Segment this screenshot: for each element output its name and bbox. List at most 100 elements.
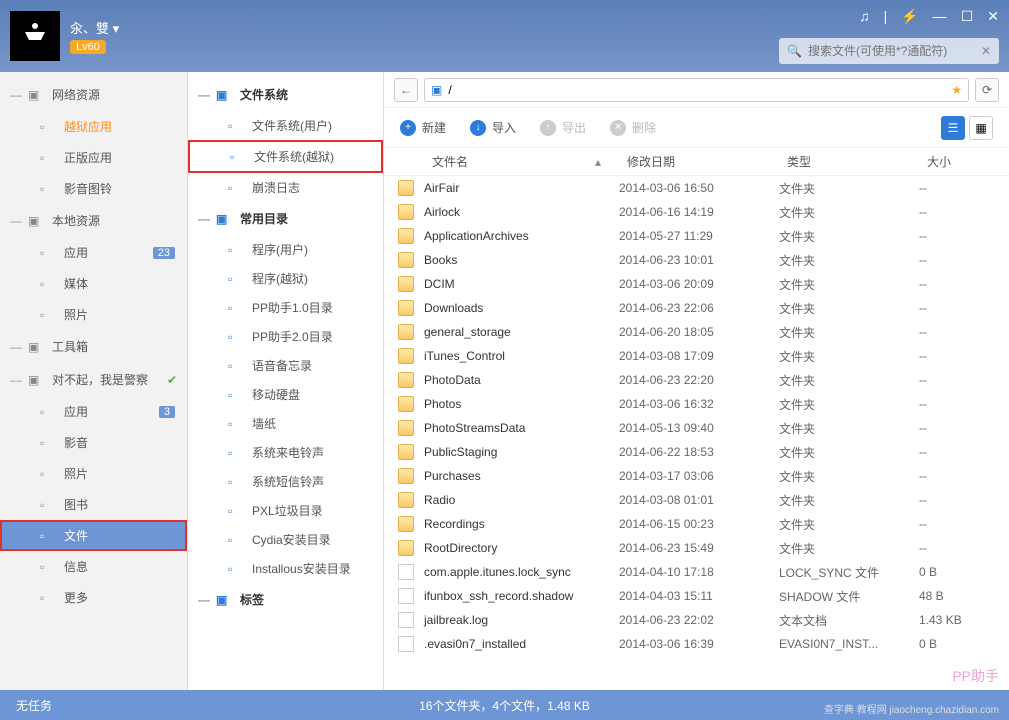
import-button[interactable]: ↓ 导入: [470, 119, 516, 136]
refresh-button[interactable]: ⟳: [975, 78, 999, 102]
item-label: Installous安装目录: [252, 560, 351, 577]
sidebar-item[interactable]: ▫影音图铃: [0, 173, 187, 204]
sidebar-item[interactable]: ▫影音: [0, 427, 187, 458]
file-row[interactable]: DCIM 2014-03-06 20:09 文件夹 --: [384, 272, 1009, 296]
item-icon: ▫: [228, 562, 244, 576]
col-name[interactable]: 文件名 ▴: [398, 153, 619, 170]
file-type: 文件夹: [779, 516, 919, 533]
sidebar-item[interactable]: ▫照片: [0, 299, 187, 330]
tree-item[interactable]: ▫系统来电铃声: [188, 438, 383, 467]
sidebar-item[interactable]: ▫应用3: [0, 396, 187, 427]
level-badge: Lv60: [70, 40, 106, 54]
list-view-button[interactable]: ☰: [941, 116, 965, 140]
tree-item[interactable]: ▫文件系统(用户): [188, 111, 383, 140]
search-input[interactable]: [808, 44, 981, 58]
file-size: --: [919, 517, 1009, 531]
file-date: 2014-06-23 22:06: [619, 301, 779, 315]
file-row[interactable]: iTunes_Control 2014-03-08 17:09 文件夹 --: [384, 344, 1009, 368]
col-size[interactable]: 大小: [919, 153, 1009, 170]
file-row[interactable]: ApplicationArchives 2014-05-27 11:29 文件夹…: [384, 224, 1009, 248]
sidebar-item[interactable]: ▫图书: [0, 489, 187, 520]
export-button[interactable]: ↑ 导出: [540, 119, 586, 136]
tree-group-header[interactable]: —▣常用目录: [188, 202, 383, 235]
sidebar-item[interactable]: ▫照片: [0, 458, 187, 489]
file-date: 2014-05-27 11:29: [619, 229, 779, 243]
tree-item[interactable]: ▫墙纸: [188, 409, 383, 438]
sidebar-group-header[interactable]: —▣本地资源: [0, 204, 187, 237]
file-row[interactable]: com.apple.itunes.lock_sync 2014-04-10 17…: [384, 560, 1009, 584]
file-row[interactable]: Downloads 2014-06-23 22:06 文件夹 --: [384, 296, 1009, 320]
tree-item[interactable]: ▫PXL垃圾目录: [188, 496, 383, 525]
folder-icon: [398, 204, 414, 220]
file-row[interactable]: Books 2014-06-23 10:01 文件夹 --: [384, 248, 1009, 272]
search-box[interactable]: 🔍 ✕: [779, 38, 999, 64]
file-row[interactable]: Purchases 2014-03-17 03:06 文件夹 --: [384, 464, 1009, 488]
tree-item[interactable]: ▫PP助手1.0目录: [188, 293, 383, 322]
file-row[interactable]: PhotoData 2014-06-23 22:20 文件夹 --: [384, 368, 1009, 392]
sidebar-group-header[interactable]: —▣工具箱: [0, 330, 187, 363]
tree-item[interactable]: ▫ Installous安装目录: [188, 554, 383, 583]
col-type[interactable]: 类型: [779, 153, 919, 170]
sidebar-item[interactable]: ▫更多: [0, 582, 187, 613]
import-icon: ↓: [470, 120, 486, 136]
sidebar-item[interactable]: ▫正版应用: [0, 142, 187, 173]
music-icon[interactable]: ♫: [859, 8, 870, 25]
back-button[interactable]: ←: [394, 78, 418, 102]
col-date[interactable]: 修改日期: [619, 153, 779, 170]
file-row[interactable]: general_storage 2014-06-20 18:05 文件夹 --: [384, 320, 1009, 344]
sidebar-item[interactable]: ▫信息: [0, 551, 187, 582]
file-row[interactable]: ifunbox_ssh_record.shadow 2014-04-03 15:…: [384, 584, 1009, 608]
sidebar-item[interactable]: ▫文件: [0, 520, 187, 551]
file-row[interactable]: PhotoStreamsData 2014-05-13 09:40 文件夹 --: [384, 416, 1009, 440]
group-label: 对不起，我是警察: [52, 371, 148, 388]
group-icon: ▣: [28, 88, 44, 102]
minimize-icon[interactable]: —: [933, 8, 947, 25]
username[interactable]: 汆、雙 ▾: [70, 18, 119, 37]
file-row[interactable]: Radio 2014-03-08 01:01 文件夹 --: [384, 488, 1009, 512]
grid-view-button[interactable]: ▦: [969, 116, 993, 140]
item-label: 程序(越狱): [252, 270, 308, 287]
tree-item[interactable]: ▫系统短信铃声: [188, 467, 383, 496]
sidebar-group-header[interactable]: —▣网络资源: [0, 78, 187, 111]
sidebar-group-header[interactable]: —▣对不起，我是警察✔: [0, 363, 187, 396]
close-icon[interactable]: ✕: [987, 8, 999, 25]
sidebar-item[interactable]: ▫应用23: [0, 237, 187, 268]
group-label: 网络资源: [52, 86, 100, 103]
file-row[interactable]: RootDirectory 2014-06-23 15:49 文件夹 --: [384, 536, 1009, 560]
file-type: 文件夹: [779, 324, 919, 341]
tree-item[interactable]: ▫PP助手2.0目录: [188, 322, 383, 351]
file-type: SHADOW 文件: [779, 588, 919, 605]
new-button[interactable]: + 新建: [400, 119, 446, 136]
file-name: Books: [424, 253, 619, 267]
tree-item[interactable]: ▫崩溃日志: [188, 173, 383, 202]
folder-icon: [398, 324, 414, 340]
delete-button[interactable]: ✕ 删除: [610, 119, 656, 136]
menu-icon[interactable]: ⚡: [901, 8, 918, 25]
clear-search-icon[interactable]: ✕: [981, 44, 991, 58]
file-row[interactable]: Airlock 2014-06-16 14:19 文件夹 --: [384, 200, 1009, 224]
file-row[interactable]: jailbreak.log 2014-06-23 22:02 文本文档 1.43…: [384, 608, 1009, 632]
tree-group-header[interactable]: —▣标签: [188, 583, 383, 616]
tree-item[interactable]: ▫移动硬盘: [188, 380, 383, 409]
item-label: 程序(用户): [252, 241, 308, 258]
avatar[interactable]: [10, 11, 60, 61]
file-row[interactable]: .evasi0n7_installed 2014-03-06 16:39 EVA…: [384, 632, 1009, 656]
file-row[interactable]: Recordings 2014-06-15 00:23 文件夹 --: [384, 512, 1009, 536]
tree-item[interactable]: ▫程序(越狱): [188, 264, 383, 293]
maximize-icon[interactable]: ☐: [961, 8, 974, 25]
star-icon[interactable]: ★: [951, 83, 962, 97]
file-name: general_storage: [424, 325, 619, 339]
folder-icon: [398, 348, 414, 364]
sidebar-item[interactable]: ▫媒体: [0, 268, 187, 299]
item-icon: ▫: [228, 119, 244, 133]
tree-item[interactable]: ▫文件系统(越狱): [188, 140, 383, 173]
file-row[interactable]: PublicStaging 2014-06-22 18:53 文件夹 --: [384, 440, 1009, 464]
file-row[interactable]: AirFair 2014-03-06 16:50 文件夹 --: [384, 176, 1009, 200]
path-input[interactable]: ▣ / ★: [424, 78, 969, 102]
tree-group-header[interactable]: —▣文件系统: [188, 78, 383, 111]
tree-item[interactable]: ▫Cydia安装目录: [188, 525, 383, 554]
tree-item[interactable]: ▫语音备忘录: [188, 351, 383, 380]
sidebar-item[interactable]: ▫越狱应用: [0, 111, 187, 142]
file-row[interactable]: Photos 2014-03-06 16:32 文件夹 --: [384, 392, 1009, 416]
tree-item[interactable]: ▫程序(用户): [188, 235, 383, 264]
